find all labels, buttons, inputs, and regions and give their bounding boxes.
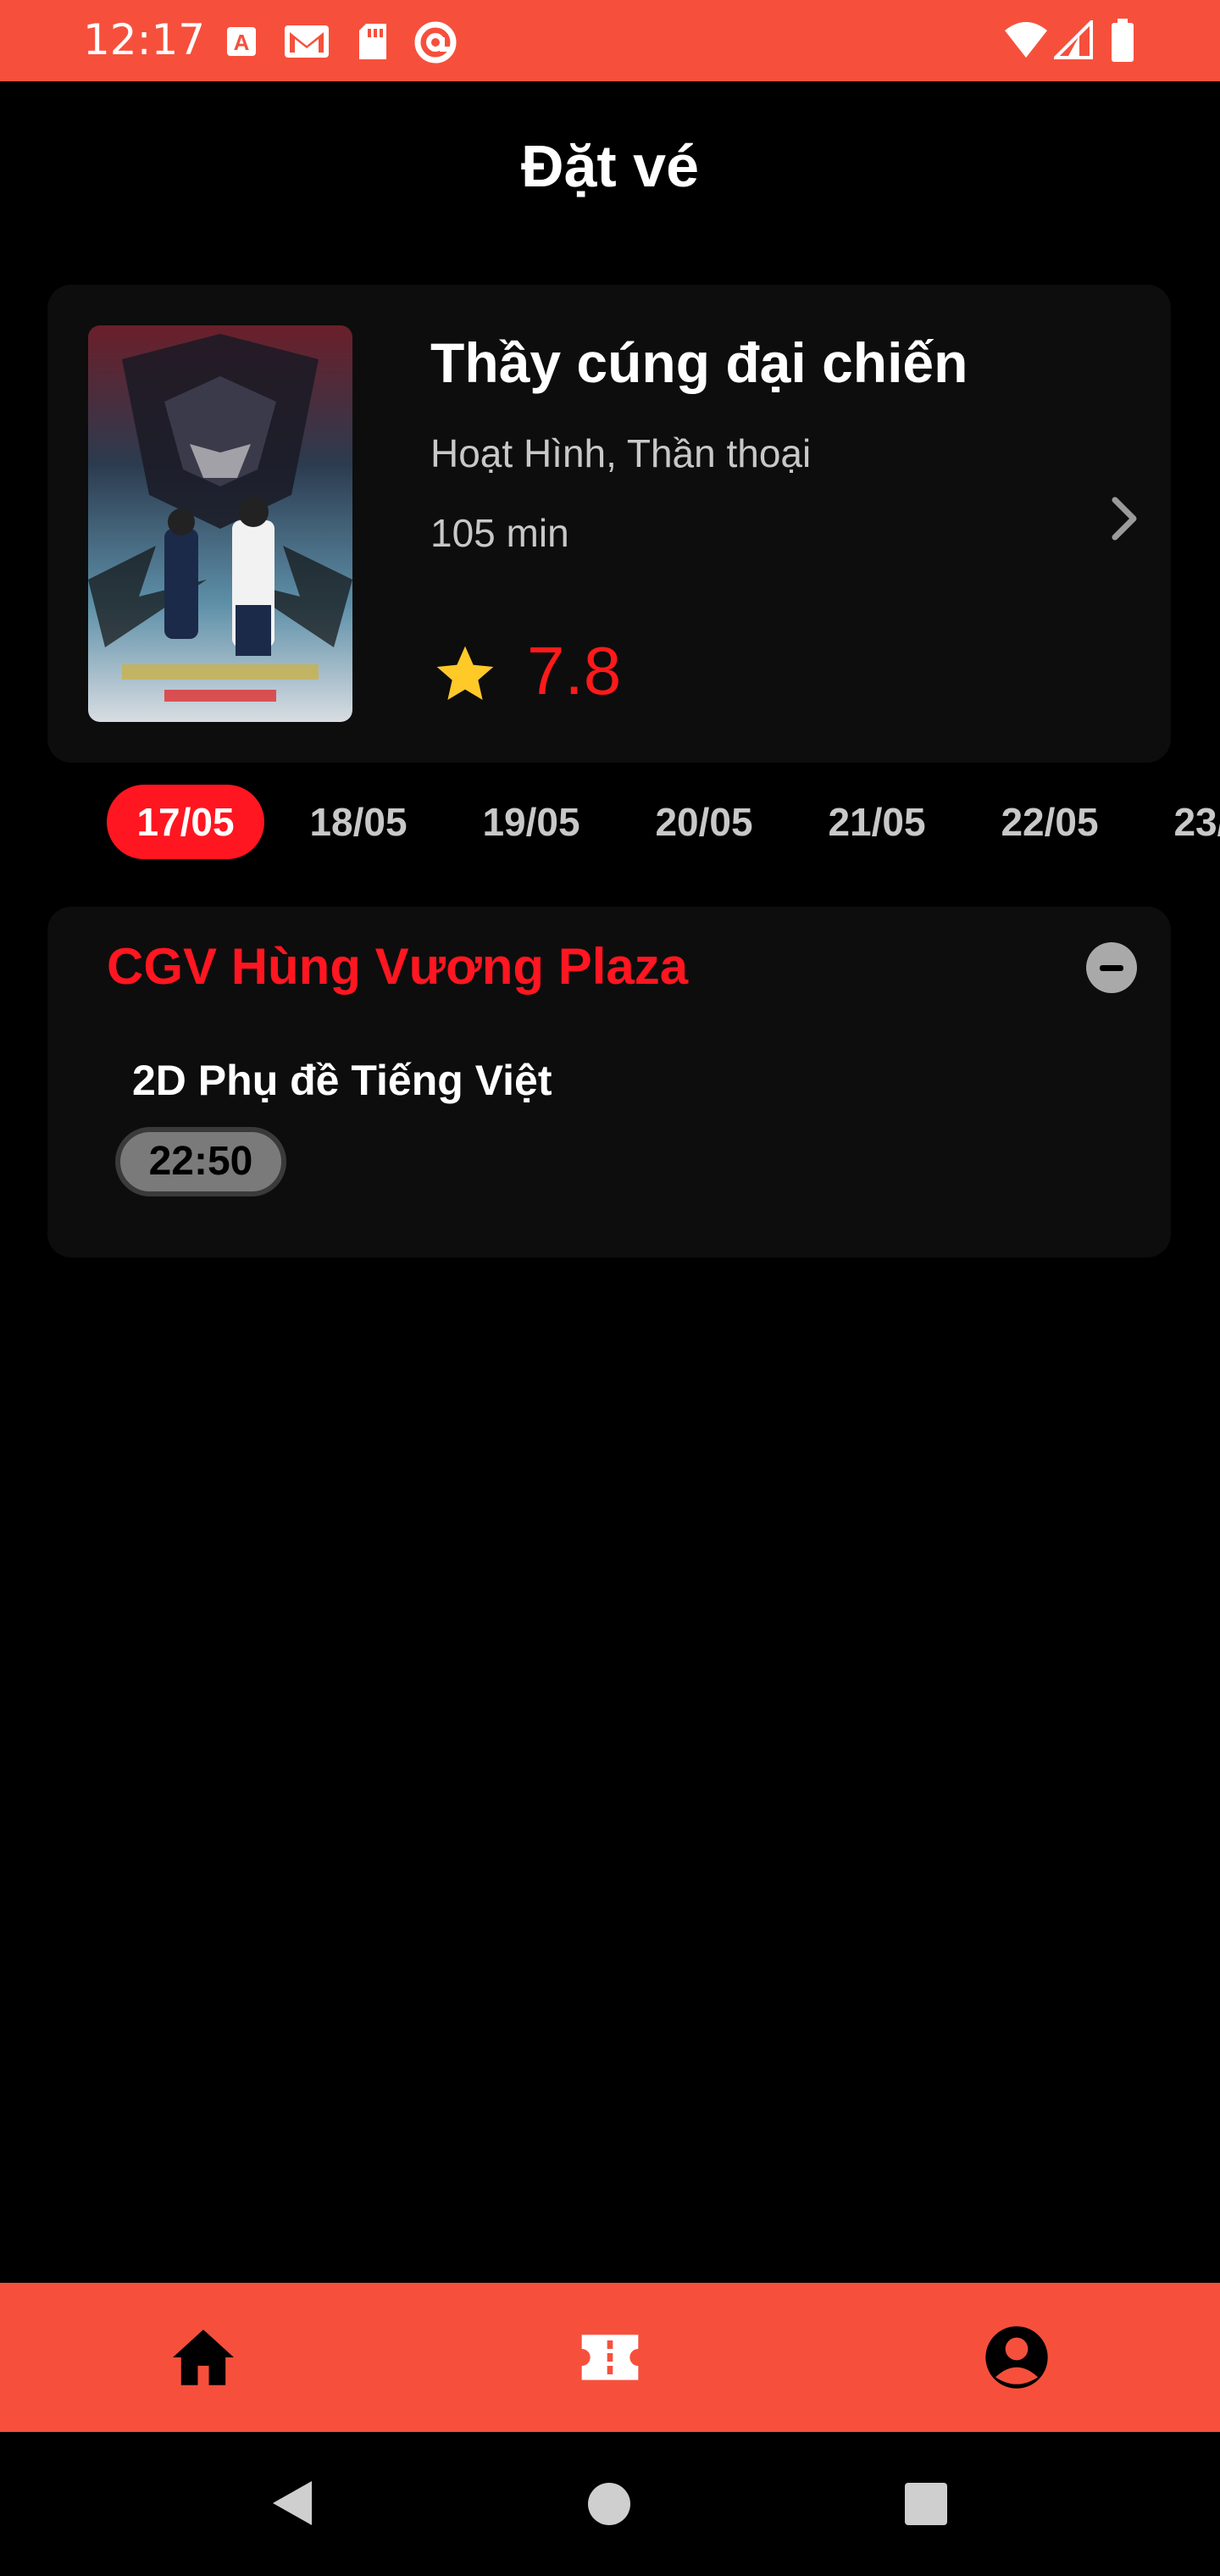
cinema-card: CGV Hùng Vương Plaza 2D Phụ đề Tiếng Việ… <box>47 907 1171 1257</box>
nav-tickets[interactable] <box>525 2283 695 2432</box>
date-tab-selected[interactable]: 17/05 <box>107 785 264 859</box>
nav-account[interactable] <box>932 2283 1101 2432</box>
account-icon <box>985 2326 1048 2389</box>
collapse-button[interactable] <box>1086 942 1137 993</box>
movie-genre: Hoạt Hình, Thần thoại <box>430 431 812 475</box>
signal-icon <box>1054 20 1093 59</box>
movie-duration: 105 min <box>430 511 569 555</box>
gmail-icon <box>285 25 329 58</box>
cinema-name: CGV Hùng Vương Plaza <box>107 938 689 995</box>
back-icon[interactable] <box>263 2466 313 2467</box>
back-icon[interactable] <box>268 2478 315 2529</box>
star-icon <box>436 646 494 700</box>
showtime-button[interactable]: 22:50 <box>115 1127 286 1196</box>
svg-text:A: A <box>234 30 250 55</box>
status-time: 12:17 <box>83 15 206 64</box>
date-tab[interactable]: 23/05 <box>1144 785 1220 859</box>
home-icon <box>173 2329 234 2385</box>
movie-poster <box>88 325 352 722</box>
battery-icon <box>1112 19 1134 62</box>
date-selector[interactable]: 17/05 18/05 19/05 20/05 21/05 22/05 23/0… <box>0 785 1220 863</box>
nav-home[interactable] <box>119 2283 288 2432</box>
movie-title: Thầy cúng đại chiến <box>430 331 968 394</box>
format-label: 2D Phụ đề Tiếng Việt <box>132 1057 552 1104</box>
date-tab[interactable]: 20/05 <box>625 785 783 859</box>
date-tab[interactable]: 22/05 <box>971 785 1128 859</box>
home-circle-icon[interactable] <box>586 2481 632 2527</box>
at-sign-icon <box>414 21 457 64</box>
bottom-navigation <box>0 2283 1220 2432</box>
chevron-right-icon[interactable] <box>1105 493 1145 544</box>
date-tab[interactable]: 21/05 <box>798 785 956 859</box>
sd-card-icon <box>359 24 386 59</box>
ticket-icon <box>581 2334 639 2380</box>
status-bar: 12:17 A <box>0 0 1220 81</box>
date-tab[interactable]: 19/05 <box>452 785 610 859</box>
movie-rating: 7.8 <box>527 633 622 708</box>
wifi-icon <box>1005 22 1047 58</box>
recents-icon[interactable] <box>903 2481 949 2527</box>
date-tab[interactable]: 18/05 <box>280 785 437 859</box>
movie-card[interactable]: Thầy cúng đại chiến Hoạt Hình, Thần thoạ… <box>47 285 1171 763</box>
page-title: Đặt vé <box>520 133 700 199</box>
a-badge-icon: A <box>227 27 256 56</box>
